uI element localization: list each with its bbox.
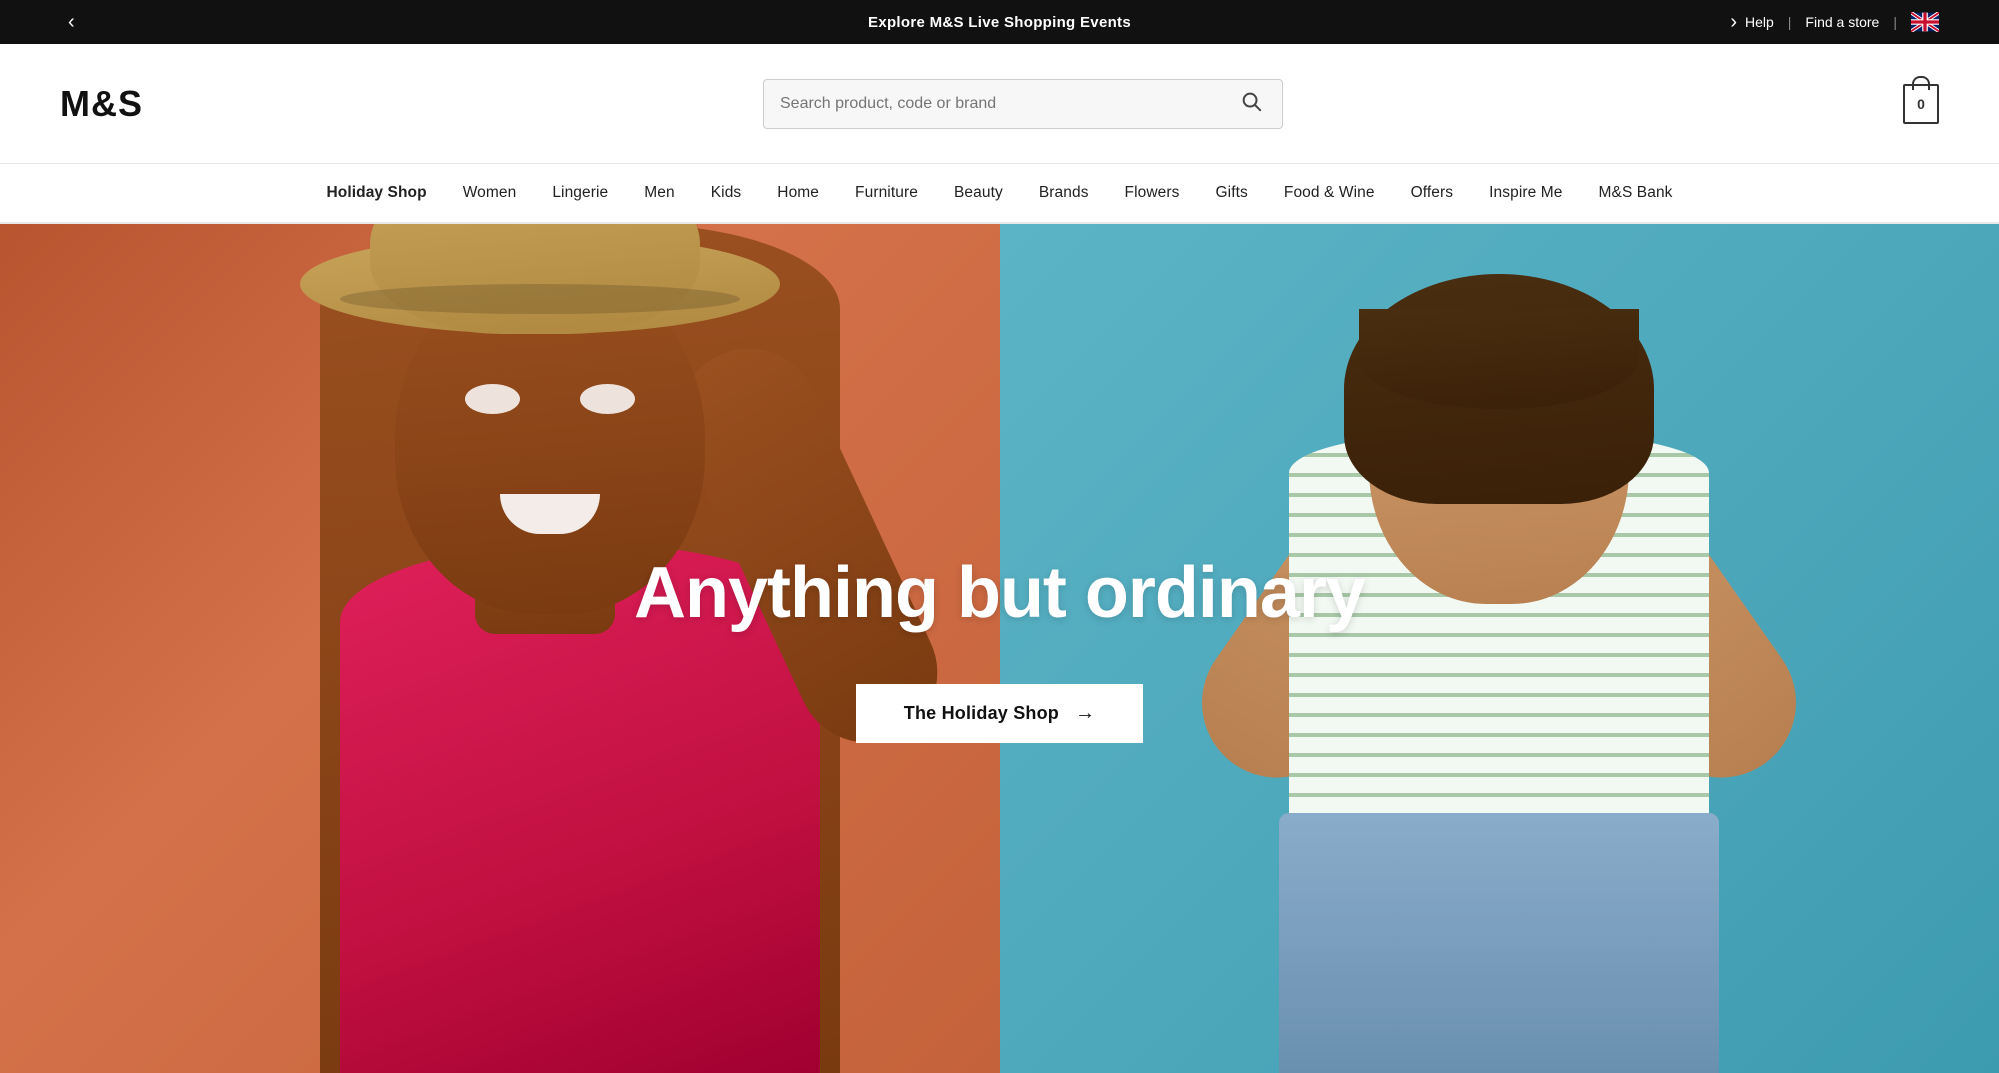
nav-item-kids[interactable]: Kids xyxy=(693,163,760,223)
search-input[interactable] xyxy=(780,95,1236,113)
search-container xyxy=(183,79,1863,129)
nav-item-lingerie[interactable]: Lingerie xyxy=(534,163,626,223)
logo[interactable]: M&S xyxy=(60,83,143,125)
nav-link-4[interactable]: Kids xyxy=(693,163,760,223)
flag-icon[interactable] xyxy=(1911,12,1939,32)
nav-item-furniture[interactable]: Furniture xyxy=(837,163,936,223)
nav-item-home[interactable]: Home xyxy=(759,163,837,223)
nav-link-1[interactable]: Women xyxy=(445,163,535,223)
nav-link-3[interactable]: Men xyxy=(626,163,692,223)
announcement-bar: ‹ Explore M&S Live Shopping Events › Hel… xyxy=(0,0,1999,44)
announcement-prev-button[interactable]: ‹ xyxy=(60,8,83,36)
hero-right-panel xyxy=(1000,224,1999,1073)
nav-item-gifts[interactable]: Gifts xyxy=(1198,163,1266,223)
help-link[interactable]: Help xyxy=(1745,14,1774,30)
divider-1: | xyxy=(1788,14,1792,30)
header-right: 0 xyxy=(1903,84,1939,124)
announcement-next-button[interactable]: › xyxy=(1722,8,1745,36)
divider-2: | xyxy=(1893,14,1897,30)
nav-link-6[interactable]: Furniture xyxy=(837,163,936,223)
hero-left-bg xyxy=(0,224,1000,1073)
cart-count: 0 xyxy=(1917,96,1925,112)
nav-list: Holiday ShopWomenLingerieMenKidsHomeFurn… xyxy=(308,163,1690,223)
top-right-links: Help | Find a store | xyxy=(1745,12,1939,32)
nav-link-5[interactable]: Home xyxy=(759,163,837,223)
hero-right-bg xyxy=(1000,224,1999,1073)
nav-bar: Holiday ShopWomenLingerieMenKidsHomeFurn… xyxy=(0,164,1999,224)
nav-item-holiday-shop[interactable]: Holiday Shop xyxy=(308,163,444,223)
find-store-link[interactable]: Find a store xyxy=(1805,14,1879,30)
nav-item-brands[interactable]: Brands xyxy=(1021,163,1107,223)
nav-link-10[interactable]: Gifts xyxy=(1198,163,1266,223)
nav-link-8[interactable]: Brands xyxy=(1021,163,1107,223)
nav-item-offers[interactable]: Offers xyxy=(1393,163,1472,223)
nav-item-flowers[interactable]: Flowers xyxy=(1107,163,1198,223)
nav-link-12[interactable]: Offers xyxy=(1393,163,1472,223)
nav-item-women[interactable]: Women xyxy=(445,163,535,223)
cart-button[interactable]: 0 xyxy=(1903,84,1939,124)
search-button[interactable] xyxy=(1236,86,1266,122)
hero-section: Anything but ordinary The Holiday Shop → xyxy=(0,224,1999,1073)
hero-left-panel xyxy=(0,224,1000,1073)
cart-bag: 0 xyxy=(1903,84,1939,124)
nav-link-14[interactable]: M&S Bank xyxy=(1581,163,1691,223)
announcement-text: Explore M&S Live Shopping Events xyxy=(868,14,1131,31)
nav-link-0[interactable]: Holiday Shop xyxy=(308,163,444,223)
nav-item-inspire-me[interactable]: Inspire Me xyxy=(1471,163,1580,223)
nav-item-beauty[interactable]: Beauty xyxy=(936,163,1021,223)
search-bar xyxy=(763,79,1283,129)
announcement-nav[interactable]: ‹ xyxy=(60,8,83,36)
hero-cta-label: The Holiday Shop xyxy=(904,703,1059,724)
search-icon xyxy=(1240,90,1262,112)
nav-link-13[interactable]: Inspire Me xyxy=(1471,163,1580,223)
hero-cta-arrow: → xyxy=(1075,702,1095,725)
nav-item-men[interactable]: Men xyxy=(626,163,692,223)
nav-item-m-s-bank[interactable]: M&S Bank xyxy=(1581,163,1691,223)
announcement-nav-right[interactable]: › xyxy=(1722,8,1745,36)
hero-cta-button[interactable]: The Holiday Shop → xyxy=(856,684,1143,743)
nav-item-food---wine[interactable]: Food & Wine xyxy=(1266,163,1393,223)
nav-link-11[interactable]: Food & Wine xyxy=(1266,163,1393,223)
nav-link-9[interactable]: Flowers xyxy=(1107,163,1198,223)
nav-link-2[interactable]: Lingerie xyxy=(534,163,626,223)
nav-link-7[interactable]: Beauty xyxy=(936,163,1021,223)
header: M&S 0 xyxy=(0,44,1999,164)
